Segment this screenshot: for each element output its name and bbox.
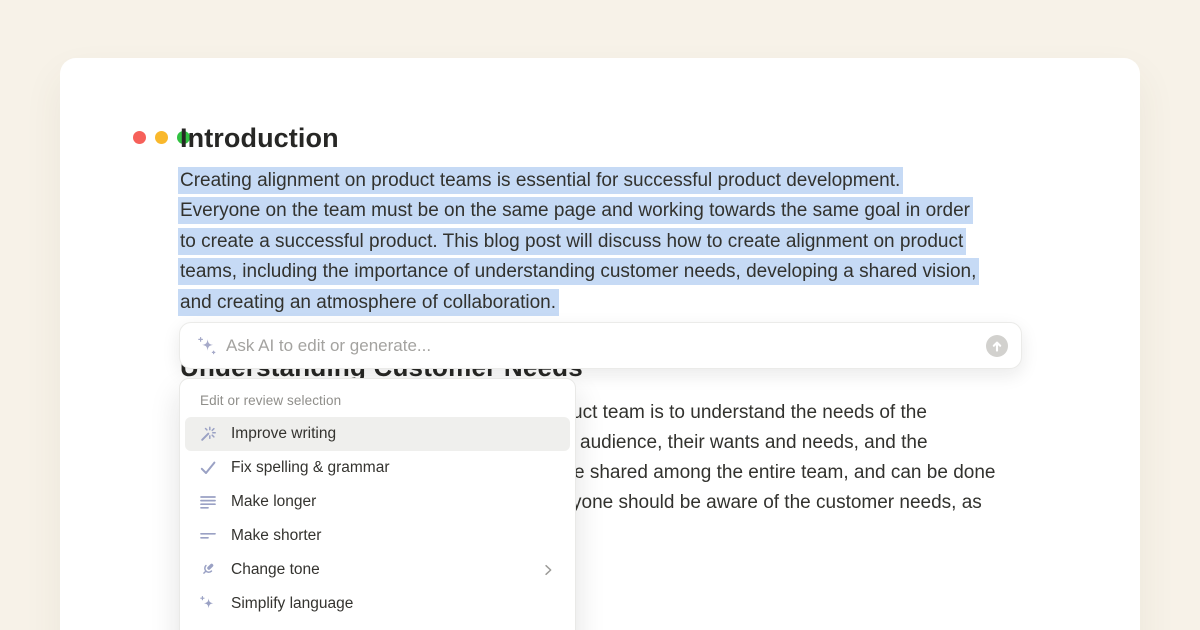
paragraph-line: and creating an atmosphere of collaborat…	[178, 288, 979, 318]
sparkle-plus-icon	[199, 595, 217, 613]
menu-item-make-shorter[interactable]: Make shorter	[185, 519, 570, 553]
occluded-text-line[interactable]: e shared among the entire team, and can …	[574, 462, 995, 484]
ai-prompt-input[interactable]	[226, 323, 986, 368]
send-up-arrow-icon	[986, 335, 1008, 357]
lines-long-icon	[199, 493, 217, 511]
occluded-text-line[interactable]: uct team is to understand the needs of t…	[572, 402, 927, 424]
close-window-button[interactable]	[133, 131, 146, 144]
ai-sparkle-icon	[197, 336, 217, 356]
chevron-right-icon	[540, 562, 556, 578]
check-icon	[199, 459, 217, 477]
ai-prompt-bar	[179, 322, 1022, 369]
paragraph-line: to create a successful product. This blo…	[178, 227, 979, 257]
menu-item-label: Improve writing	[231, 425, 336, 443]
paragraph-line: Creating alignment on product teams is e…	[178, 166, 979, 196]
page-title[interactable]: Introduction	[180, 123, 339, 154]
menu-item-label: Fix spelling & grammar	[231, 459, 390, 477]
send-button[interactable]	[986, 335, 1008, 357]
menu-item-simplify-language[interactable]: Simplify language	[185, 587, 570, 621]
paragraph-line: teams, including the importance of under…	[178, 257, 979, 287]
occluded-text-line[interactable]: audience, their wants and needs, and the	[580, 432, 928, 454]
menu-item-make-longer[interactable]: Make longer	[185, 485, 570, 519]
menu-item-label: Simplify language	[231, 595, 353, 613]
minimize-window-button[interactable]	[155, 131, 168, 144]
ai-actions-menu: Edit or review selection Improve writing…	[179, 378, 576, 630]
menu-item-fix-spelling-grammar[interactable]: Fix spelling & grammar	[185, 451, 570, 485]
menu-item-label: Make shorter	[231, 527, 321, 545]
menu-item-label: Make longer	[231, 493, 316, 511]
menu-item-improve-writing[interactable]: Improve writing	[185, 417, 570, 451]
microphone-icon	[199, 561, 217, 579]
occluded-text-line[interactable]: yone should be aware of the customer nee…	[572, 492, 982, 514]
menu-section-label: Edit or review selection	[200, 393, 575, 408]
menu-item-label: Change tone	[231, 561, 320, 579]
magic-wand-icon	[199, 425, 217, 443]
menu-item-change-tone[interactable]: Change tone	[185, 553, 570, 587]
paragraph-line: Everyone on the team must be on the same…	[178, 196, 979, 226]
selected-paragraph[interactable]: Creating alignment on product teams is e…	[178, 166, 979, 318]
lines-short-icon	[199, 527, 217, 545]
